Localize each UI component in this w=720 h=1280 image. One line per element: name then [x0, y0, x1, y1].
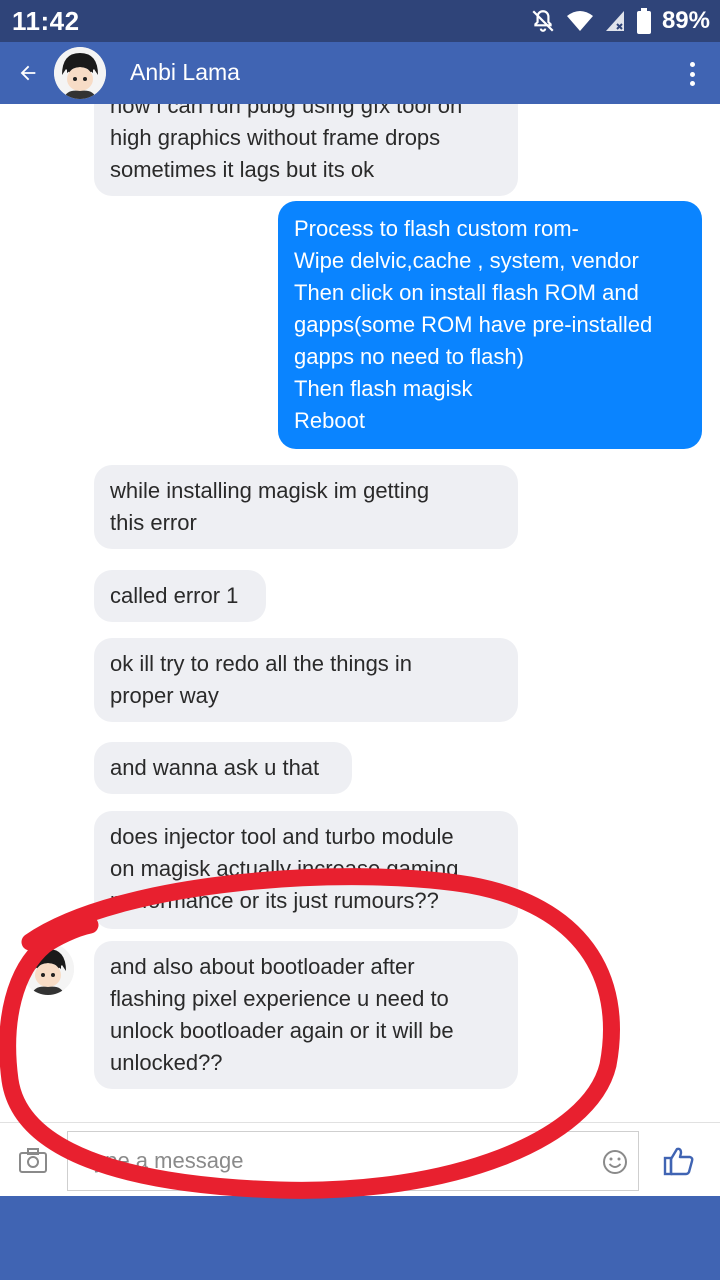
message-bubble-incoming[interactable]: now i can run pubg using gfx tool on hig…	[94, 104, 518, 196]
message-bubble-incoming[interactable]: and wanna ask u that	[94, 742, 352, 794]
back-button[interactable]	[10, 55, 46, 91]
battery-percentage: 89%	[661, 7, 710, 34]
message-composer	[0, 1122, 720, 1196]
message-input[interactable]	[67, 1131, 639, 1191]
camera-button[interactable]	[18, 1147, 50, 1175]
back-arrow-icon	[20, 65, 36, 81]
contact-avatar[interactable]	[54, 47, 106, 99]
wifi-icon	[566, 11, 593, 31]
status-bar: 11:42 89%	[0, 0, 720, 42]
sender-avatar	[22, 943, 74, 995]
message-bubble-incoming[interactable]: does injector tool and turbo module on m…	[94, 811, 518, 929]
notifications-off-icon	[532, 10, 554, 32]
more-options-button[interactable]	[680, 57, 704, 91]
more-vert-icon	[689, 62, 695, 67]
message-bubble-incoming[interactable]: called error 1	[94, 570, 266, 622]
camera-icon	[19, 1148, 47, 1173]
avatar-image	[54, 47, 106, 99]
contact-name[interactable]: Anbi Lama	[130, 59, 240, 86]
message-list[interactable]: now i can run pubg using gfx tool on hig…	[0, 104, 720, 1122]
emoji-icon	[603, 1150, 627, 1174]
message-bubble-incoming[interactable]: and also about bootloader after flashing…	[94, 941, 518, 1089]
message-bubble-incoming[interactable]: ok ill try to redo all the things in pro…	[94, 638, 518, 722]
status-icons: 89%	[530, 6, 710, 36]
signal-icon	[605, 11, 624, 31]
emoji-button[interactable]	[601, 1148, 629, 1176]
message-bubble-incoming[interactable]: while installing magisk im getting this …	[94, 465, 518, 549]
message-bubble-outgoing[interactable]: Process to flash custom rom- Wipe delvic…	[278, 201, 702, 449]
status-time: 11:42	[12, 6, 80, 36]
thumbs-up-icon	[663, 1147, 694, 1176]
like-button[interactable]	[662, 1145, 696, 1177]
battery-icon	[636, 8, 651, 34]
system-navigation-bar	[0, 1196, 720, 1280]
conversation-header: Anbi Lama	[0, 42, 720, 104]
avatar-image	[22, 943, 74, 995]
